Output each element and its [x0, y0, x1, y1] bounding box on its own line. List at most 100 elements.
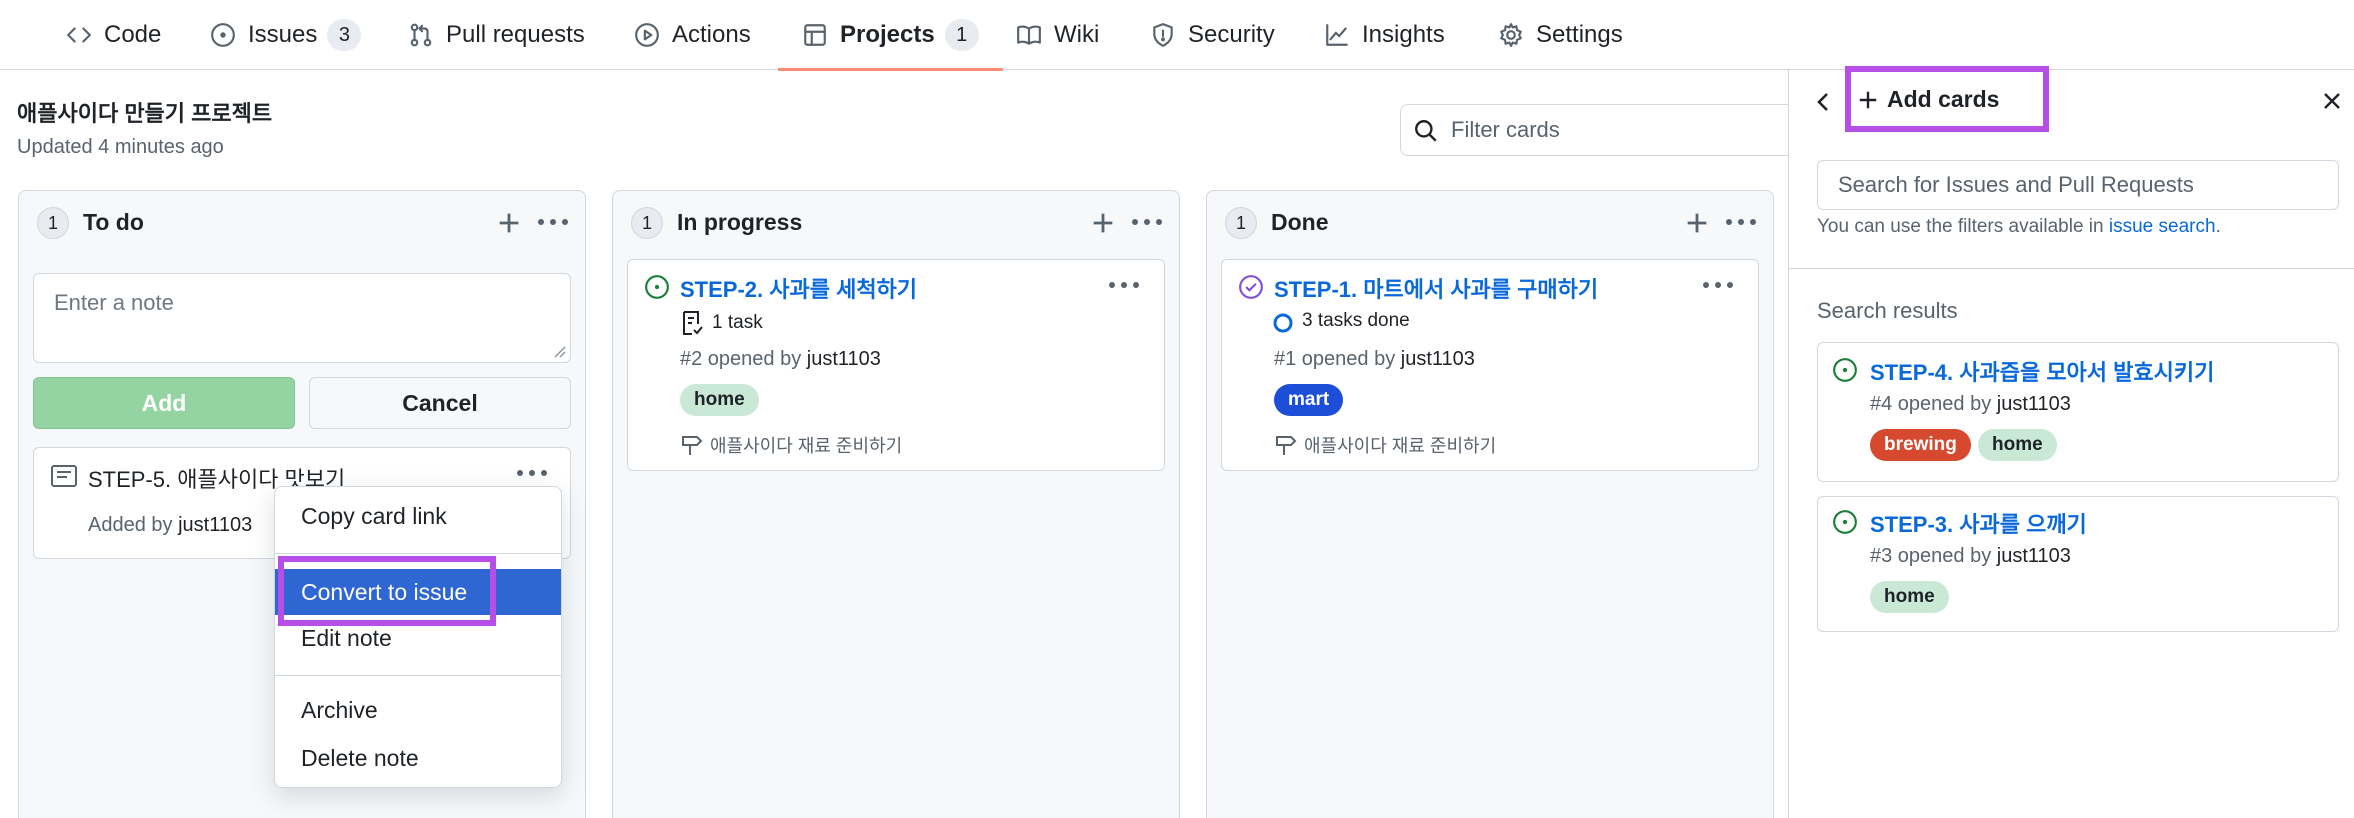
add-card-plus-icon[interactable] [495, 209, 523, 237]
add-cards-panel: Add cards Search for Issues and Pull Req… [1788, 66, 2354, 818]
issue-card-title[interactable]: STEP-1. 마트에서 사과를 구매하기 [1274, 272, 1598, 304]
issue-opened-icon [1833, 358, 1857, 382]
code-icon [67, 27, 91, 43]
label-home[interactable]: home [1870, 581, 1949, 613]
issues-counter: 3 [327, 19, 362, 51]
result-meta: #3 opened by just1103 [1870, 545, 2071, 567]
note-placeholder: Enter a note [54, 290, 174, 315]
milestone[interactable]: 애플사이다 재료 준비하기 [1274, 432, 1496, 458]
result-title[interactable]: STEP-3. 사과를 으깨기 [1870, 507, 2087, 539]
issue-closed-icon [1239, 275, 1263, 299]
issue-search-link[interactable]: issue search [2109, 216, 2216, 237]
panel-divider [1789, 268, 2354, 269]
menu-item-copy-card-link[interactable]: Copy card link [275, 496, 561, 536]
menu-divider [275, 675, 561, 676]
table-icon [804, 24, 826, 46]
result-card[interactable]: STEP-3. 사과를 으깨기 #3 opened by just1103 ho… [1817, 496, 2339, 632]
author-link[interactable]: just1103 [1401, 348, 1475, 370]
card-menu-kebab-icon[interactable] [1702, 280, 1734, 290]
git-pull-request-icon [410, 23, 432, 47]
note-icon [51, 465, 77, 487]
issue-opened-icon [211, 23, 235, 47]
highlight-add-cards [1845, 66, 2049, 132]
column-count: 1 [1225, 207, 1257, 239]
column-done: 1 Done STEP-1. 마트에서 사과를 구매하기 3 tasks don… [1206, 190, 1774, 818]
label-mart[interactable]: mart [1274, 384, 1344, 416]
tab-settings[interactable]: Settings [1498, 0, 1623, 70]
column-header: 1 To do [19, 191, 585, 255]
issue-card[interactable]: STEP-2. 사과를 세척하기 1 task #2 opened by jus… [627, 259, 1165, 471]
checklist-icon [683, 311, 703, 335]
column-name: In progress [677, 209, 803, 235]
card-menu-kebab-icon[interactable] [516, 468, 548, 478]
column-count: 1 [37, 207, 69, 239]
label-home[interactable]: home [680, 384, 759, 416]
issue-card[interactable]: STEP-1. 마트에서 사과를 구매하기 3 tasks done #1 op… [1221, 259, 1759, 471]
task-count: 3 tasks done [1302, 310, 1410, 331]
book-icon [1017, 25, 1041, 45]
search-icon [1415, 120, 1437, 142]
search-hint: You can use the filters available in iss… [1817, 216, 2221, 237]
card-menu-kebab-icon[interactable] [1108, 280, 1140, 290]
tab-issues[interactable]: Issues 3 [210, 0, 362, 70]
author-link[interactable]: just1103 [807, 348, 881, 370]
issue-card-title[interactable]: STEP-2. 사과를 세척하기 [680, 272, 917, 304]
add-card-plus-icon[interactable] [1683, 209, 1711, 237]
result-title[interactable]: STEP-4. 사과즙을 모아서 발효시키기 [1870, 355, 2214, 387]
milestone-icon [682, 436, 703, 455]
menu-divider [275, 553, 561, 554]
resize-grip-icon[interactable] [552, 344, 566, 358]
milestone-icon [1276, 436, 1297, 455]
filter-cards-input[interactable]: Filter cards [1400, 104, 1800, 156]
search-issues-input[interactable]: Search for Issues and Pull Requests [1817, 160, 2339, 210]
card-context-menu: Copy card link Convert to issue Edit not… [274, 486, 562, 788]
projects-counter: 1 [944, 19, 979, 51]
column-name: To do [83, 209, 144, 235]
shield-icon [1153, 23, 1173, 47]
project-title: 애플사이다 만들기 프로젝트 [17, 101, 273, 126]
column-in-progress: 1 In progress STEP-2. 사과를 세척하기 1 task #2… [612, 190, 1180, 818]
column-header: 1 In progress [613, 191, 1179, 255]
task-count: 1 task [712, 312, 763, 333]
column-header: 1 Done [1207, 191, 1773, 255]
search-results-heading: Search results [1817, 298, 1958, 323]
label-home[interactable]: home [1978, 429, 2057, 461]
gear-icon [1500, 23, 1522, 47]
issue-card-meta: #2 opened by just1103 [680, 348, 881, 370]
milestone[interactable]: 애플사이다 재료 준비하기 [680, 432, 902, 458]
issue-opened-icon [1833, 510, 1857, 534]
author-link[interactable]: just1103 [178, 514, 252, 536]
graph-icon [1326, 24, 1348, 46]
author-link[interactable]: just1103 [1997, 545, 2071, 567]
tab-actions[interactable]: Actions [634, 0, 751, 70]
result-card[interactable]: STEP-4. 사과즙을 모아서 발효시키기 #4 opened by just… [1817, 342, 2339, 482]
add-note-button[interactable]: Add [33, 377, 295, 429]
repo-nav: Code Issues 3 Pull requests Actions Proj… [0, 0, 2354, 71]
cancel-note-button[interactable]: Cancel [309, 377, 571, 429]
column-menu-kebab-icon[interactable] [1725, 217, 1757, 227]
column-menu-kebab-icon[interactable] [1131, 217, 1163, 227]
note-input[interactable]: Enter a note [33, 273, 571, 363]
menu-item-delete-note[interactable]: Delete note [275, 738, 561, 778]
tab-pull-requests[interactable]: Pull requests [408, 0, 585, 70]
result-meta: #4 opened by just1103 [1870, 393, 2071, 415]
author-link[interactable]: just1103 [1997, 393, 2071, 415]
tab-wiki[interactable]: Wiki [1016, 0, 1099, 70]
chevron-left-icon[interactable] [1811, 88, 1835, 116]
tab-insights[interactable]: Insights [1324, 0, 1445, 70]
progress-ring-icon [1273, 313, 1293, 333]
filter-placeholder: Filter cards [1451, 117, 1560, 142]
close-icon[interactable] [2319, 88, 2345, 114]
note-card-meta: Added by just1103 [88, 514, 253, 536]
tab-projects[interactable]: Projects 1 [778, 0, 1003, 71]
highlight-convert-to-issue [278, 556, 496, 626]
column-menu-kebab-icon[interactable] [537, 217, 569, 227]
column-name: Done [1271, 209, 1329, 235]
add-card-plus-icon[interactable] [1089, 209, 1117, 237]
project-updated: Updated 4 minutes ago [17, 136, 224, 158]
menu-item-archive[interactable]: Archive [275, 690, 561, 730]
issue-card-meta: #1 opened by just1103 [1274, 348, 1475, 370]
tab-code[interactable]: Code [66, 0, 161, 70]
label-brewing[interactable]: brewing [1870, 429, 1971, 461]
tab-security[interactable]: Security [1150, 0, 1275, 70]
